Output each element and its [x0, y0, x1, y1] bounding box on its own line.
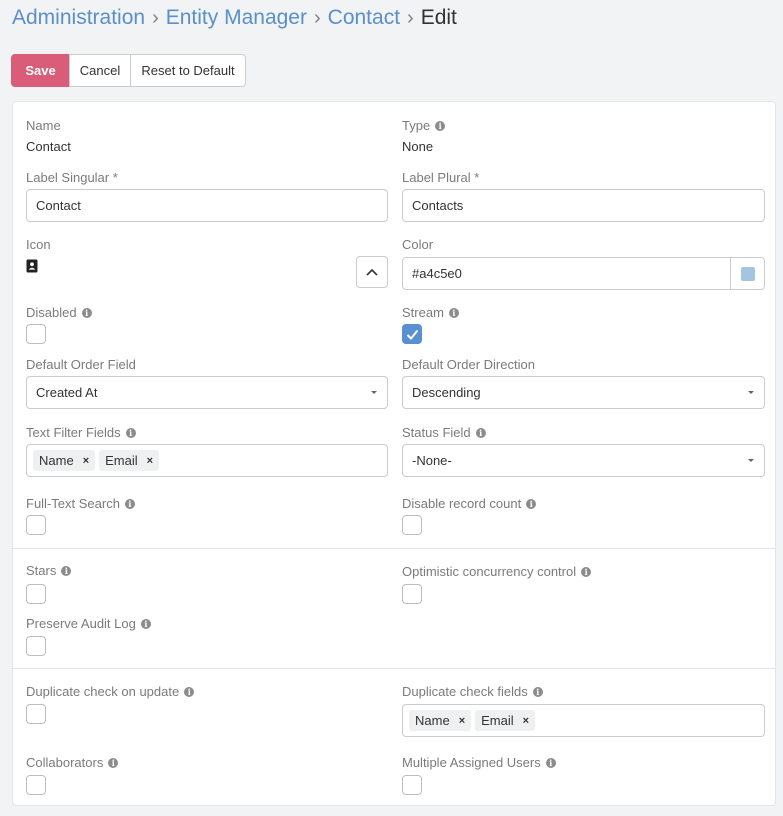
- tag-item: Email ×: [475, 710, 536, 731]
- preserve-audit-log-label: Preserve Audit Log i: [26, 616, 151, 631]
- color-input[interactable]: #a4c5e0: [402, 257, 765, 290]
- chevron-right-icon: ›: [152, 7, 159, 29]
- color-picker-button[interactable]: [730, 258, 764, 289]
- info-icon[interactable]: i: [435, 120, 446, 131]
- multiple-assigned-users-checkbox[interactable]: [402, 775, 422, 795]
- full-text-search-checkbox[interactable]: [26, 515, 46, 535]
- info-icon[interactable]: i: [532, 686, 543, 697]
- disable-record-count-label: Disable record count i: [402, 496, 537, 511]
- caret-down-icon: [748, 391, 754, 394]
- info-icon[interactable]: i: [61, 565, 72, 576]
- chevron-right-icon: ›: [313, 7, 321, 29]
- text-filter-fields-input[interactable]: Name × Email ×: [26, 444, 388, 477]
- color-value: #a4c5e0: [412, 266, 462, 281]
- disable-record-count-checkbox[interactable]: [402, 515, 422, 535]
- full-text-search-label: Full-Text Search i: [26, 496, 135, 511]
- entity-edit-panel: Name Contact Type i None Label Singular *…: [12, 101, 776, 806]
- breadcrumb-current: Edit: [420, 6, 457, 29]
- info-icon[interactable]: i: [140, 618, 151, 629]
- chevron-right-icon: ›: [407, 7, 414, 29]
- checkmark-icon: [406, 329, 419, 340]
- section-divider: [13, 548, 775, 549]
- label-singular-label: Label Singular *: [26, 170, 118, 185]
- info-icon[interactable]: i: [581, 566, 592, 577]
- stream-label: Stream i: [402, 305, 459, 320]
- icon-label: Icon: [26, 237, 51, 252]
- tag-item: Email ×: [99, 450, 160, 471]
- name-value: Contact: [26, 139, 71, 154]
- type-label: Type i: [402, 118, 446, 133]
- status-field-select[interactable]: -None-: [402, 444, 765, 477]
- chevron-up-icon: [366, 268, 378, 276]
- stars-label: Stars i: [26, 563, 72, 578]
- optimistic-concurrency-label: Optimistic concurrency control i: [402, 564, 592, 579]
- label-plural-input[interactable]: Contacts: [402, 189, 765, 222]
- label-plural-label: Label Plural *: [402, 170, 480, 185]
- info-icon[interactable]: i: [125, 427, 136, 438]
- default-order-direction-select[interactable]: Descending: [402, 376, 765, 409]
- color-swatch: [740, 266, 755, 281]
- breadcrumb-contact-link[interactable]: Contact: [328, 6, 400, 29]
- save-button[interactable]: Save: [11, 54, 70, 87]
- color-label: Color: [402, 237, 434, 252]
- default-order-field-label: Default Order Field: [26, 357, 136, 372]
- breadcrumb: Administration › Entity Manager › Contact › Ed…: [12, 4, 457, 32]
- tag-item: Name ×: [33, 450, 96, 471]
- remove-tag-icon[interactable]: ×: [83, 455, 89, 467]
- collaborators-label: Collaborators i: [26, 755, 119, 770]
- optimistic-concurrency-checkbox[interactable]: [402, 584, 422, 604]
- caret-down-icon: [371, 391, 377, 394]
- duplicate-check-on-update-checkbox[interactable]: [26, 704, 46, 724]
- duplicate-check-on-update-label: Duplicate check on update i: [26, 684, 195, 699]
- remove-tag-icon[interactable]: ×: [523, 715, 529, 727]
- icon-picker-button[interactable]: [356, 256, 388, 288]
- info-icon[interactable]: i: [448, 307, 459, 318]
- stream-checkbox[interactable]: [402, 324, 422, 344]
- info-icon[interactable]: i: [81, 307, 92, 318]
- name-label: Name: [26, 118, 61, 133]
- info-icon[interactable]: i: [475, 427, 486, 438]
- tag-label: Name: [39, 453, 74, 468]
- disabled-label: Disabled i: [26, 305, 92, 320]
- multiple-assigned-users-label: Multiple Assigned Users i: [402, 755, 556, 770]
- cancel-button[interactable]: Cancel: [69, 54, 131, 87]
- reset-to-default-button[interactable]: Reset to Default: [130, 54, 246, 87]
- text-filter-fields-label: Text Filter Fields i: [26, 425, 136, 440]
- label-singular-input[interactable]: Contact: [26, 189, 388, 222]
- disabled-checkbox[interactable]: [26, 324, 46, 344]
- type-value: None: [402, 139, 434, 154]
- caret-down-icon: [748, 459, 754, 462]
- duplicate-check-fields-input[interactable]: Name × Email ×: [402, 704, 765, 737]
- duplicate-check-fields-label: Duplicate check fields i: [402, 684, 543, 699]
- status-field-label: Status Field i: [402, 425, 486, 440]
- default-order-field-value: Created At: [36, 385, 98, 400]
- default-order-field-select[interactable]: Created At: [26, 376, 388, 409]
- remove-tag-icon[interactable]: ×: [459, 715, 465, 727]
- contact-card-icon: [26, 259, 38, 273]
- collaborators-checkbox[interactable]: [26, 775, 46, 795]
- status-field-value: -None-: [412, 453, 452, 468]
- tag-label: Email: [481, 713, 514, 728]
- preserve-audit-log-checkbox[interactable]: [26, 636, 46, 656]
- default-order-direction-label: Default Order Direction: [402, 357, 535, 372]
- tag-label: Name: [415, 713, 450, 728]
- remove-tag-icon[interactable]: ×: [147, 455, 153, 467]
- info-icon[interactable]: i: [108, 757, 119, 768]
- info-icon[interactable]: i: [184, 686, 195, 697]
- breadcrumb-entity-manager-link[interactable]: Entity Manager: [166, 6, 307, 29]
- stars-checkbox[interactable]: [26, 584, 46, 604]
- tag-label: Email: [105, 453, 138, 468]
- tag-item: Name ×: [409, 710, 472, 731]
- info-icon[interactable]: i: [526, 498, 537, 509]
- action-toolbar: Save Cancel Reset to Default: [11, 54, 246, 87]
- breadcrumb-administration-link[interactable]: Administration: [12, 6, 145, 29]
- info-icon[interactable]: i: [545, 757, 556, 768]
- section-divider: [13, 668, 775, 669]
- info-icon[interactable]: i: [124, 498, 135, 509]
- default-order-direction-value: Descending: [412, 385, 481, 400]
